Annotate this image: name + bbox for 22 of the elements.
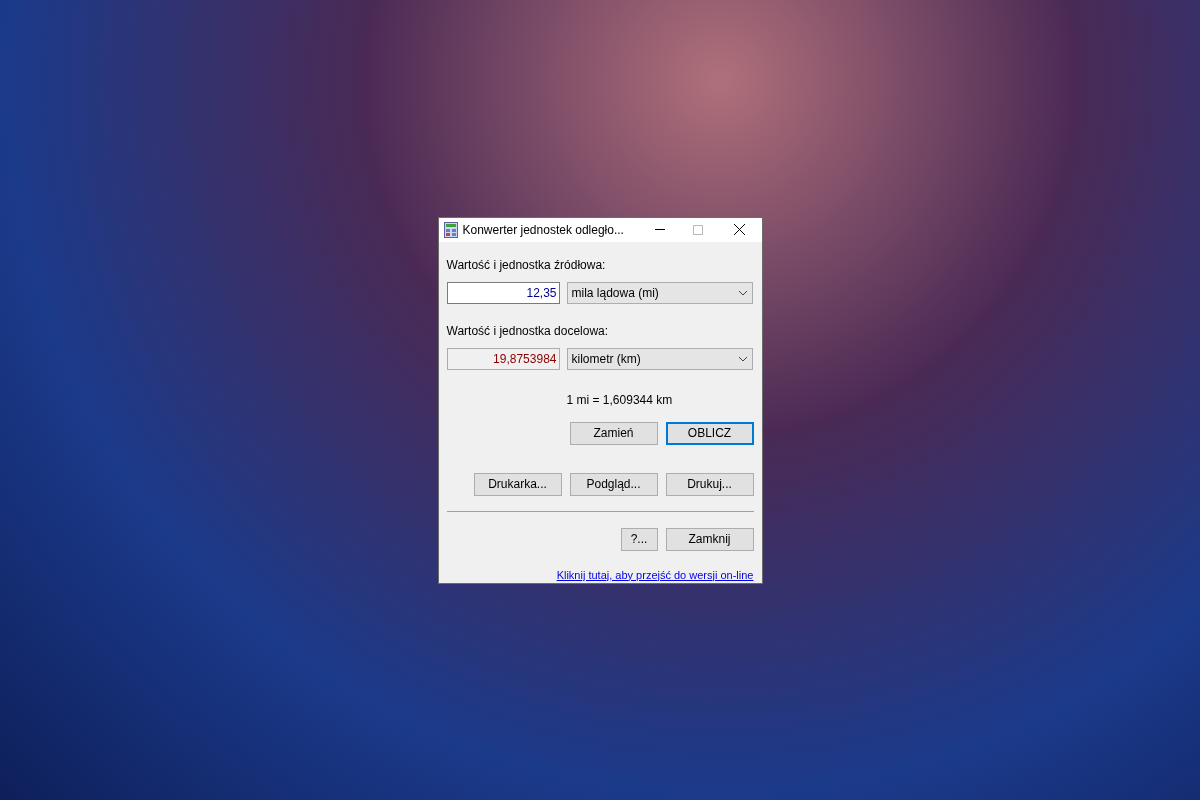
chevron-down-icon [737, 355, 748, 362]
maximize-icon [692, 224, 703, 235]
conversion-ratio: 1 mi = 1,609344 km [566, 391, 674, 409]
calculator-icon [443, 221, 458, 238]
dialog-button[interactable]: Podgląd... [569, 472, 658, 496]
window-title: Konwerter jednostek odległo... [462, 221, 625, 239]
dialog-button[interactable]: OBLICZ [665, 421, 754, 445]
close-icon [734, 224, 745, 235]
unit-dropdown[interactable]: mila lądowa (mi) [566, 281, 753, 304]
dialog-button[interactable]: ?... [620, 527, 658, 551]
field-label: Wartość i jednostka docelowa: [446, 322, 610, 340]
value-field[interactable]: 12,35 [446, 281, 560, 304]
online-version-link[interactable]: Kliknij tutaj, aby przejść do wersji on-line [556, 566, 754, 583]
minimize-icon [654, 229, 665, 230]
field-label: Wartość i jednostka źródłowa: [446, 256, 607, 274]
unit-dropdown[interactable]: kilometr (km) [566, 347, 753, 370]
dialog-button[interactable]: Zamień [569, 421, 658, 445]
dialog-button[interactable]: Zamknij [665, 527, 754, 551]
dialog-button[interactable]: Drukarka... [473, 472, 562, 496]
chevron-down-icon [737, 289, 748, 296]
value-field[interactable]: 19,8753984 [446, 347, 560, 370]
dialog-button[interactable]: Drukuj... [665, 472, 754, 496]
